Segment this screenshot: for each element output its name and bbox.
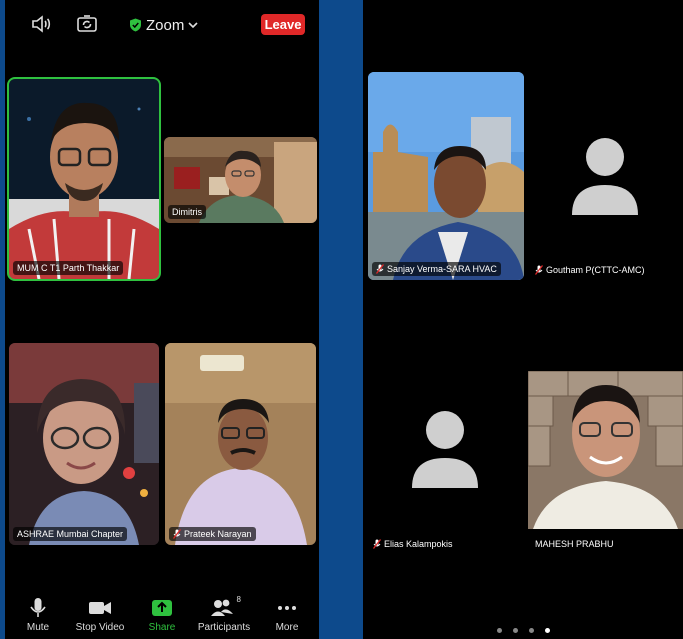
- video-tile-sanjay[interactable]: Sanjay Verma-SARA HVAC: [368, 72, 524, 280]
- participant-video: [528, 371, 683, 529]
- participant-name-label: Prateek Narayan: [169, 527, 256, 541]
- participant-video-frame: [528, 371, 683, 529]
- page-dot[interactable]: [529, 628, 534, 633]
- participant-name-label: MAHESH PRABHU: [535, 539, 614, 549]
- page-indicator[interactable]: [497, 628, 550, 633]
- video-tile-dimitris[interactable]: Dimitris: [164, 137, 317, 223]
- zoom-meeting-screen-left: Zoom Leave MUM C T1 Parth Thakkar Dimitr…: [5, 0, 319, 639]
- share-button[interactable]: Share: [130, 597, 194, 633]
- meeting-toolbar: Mute Stop Video Share 8 Participants Mor…: [5, 593, 319, 639]
- people-icon: [211, 599, 233, 616]
- zoom-meeting-screen-right: Sanjay Verma-SARA HVAC Goutham P(CTTC-AM…: [363, 0, 683, 639]
- avatar-placeholder-icon: [412, 411, 478, 488]
- participant-video: [9, 79, 159, 279]
- mute-button[interactable]: Mute: [6, 597, 70, 633]
- mic-muted-icon: [376, 264, 384, 274]
- video-camera-icon: [89, 602, 111, 614]
- participant-video: [9, 343, 159, 545]
- video-tile-ashrae[interactable]: ASHRAE Mumbai Chapter: [9, 343, 159, 545]
- speaker-icon[interactable]: [29, 12, 55, 38]
- participant-name-label: MUM C T1 Parth Thakkar: [13, 261, 124, 275]
- participant-name-label: Dimitris: [168, 205, 206, 219]
- participant-name-label: Sanjay Verma-SARA HVAC: [372, 262, 501, 276]
- video-tile-prateek[interactable]: Prateek Narayan: [165, 343, 316, 545]
- meeting-title: Zoom: [146, 16, 185, 34]
- share-screen-icon: [152, 600, 172, 616]
- page-dot[interactable]: [497, 628, 502, 633]
- participant-video: [368, 72, 524, 280]
- switch-camera-icon[interactable]: [75, 12, 101, 38]
- chevron-down-icon: [188, 22, 198, 29]
- top-bar: Zoom Leave: [5, 0, 319, 48]
- stop-video-button[interactable]: Stop Video: [68, 597, 132, 633]
- microphone-icon: [30, 598, 46, 617]
- mic-muted-icon: [173, 529, 181, 539]
- mic-muted-icon: [373, 539, 381, 549]
- participant-name-label: Elias Kalampokis: [373, 539, 453, 549]
- avatar-placeholder-icon: [572, 138, 638, 215]
- leave-button[interactable]: Leave: [261, 14, 305, 35]
- video-tile-parth[interactable]: MUM C T1 Parth Thakkar: [7, 77, 161, 281]
- meeting-title-dropdown[interactable]: Zoom: [129, 15, 198, 35]
- shield-check-icon: [130, 18, 141, 32]
- participant-video: [165, 343, 316, 545]
- page-dot[interactable]: [513, 628, 518, 633]
- more-button[interactable]: More: [255, 597, 319, 633]
- participants-icon: 8: [209, 595, 241, 619]
- participant-name-label: Goutham P(CTTC-AMC): [535, 265, 645, 275]
- mic-muted-icon: [535, 265, 543, 275]
- participants-button[interactable]: 8 Participants: [192, 595, 256, 633]
- page-dot-active[interactable]: [545, 628, 550, 633]
- participant-name-label: ASHRAE Mumbai Chapter: [13, 527, 128, 541]
- participants-count: 8: [236, 595, 241, 604]
- more-dots-icon: [278, 606, 296, 610]
